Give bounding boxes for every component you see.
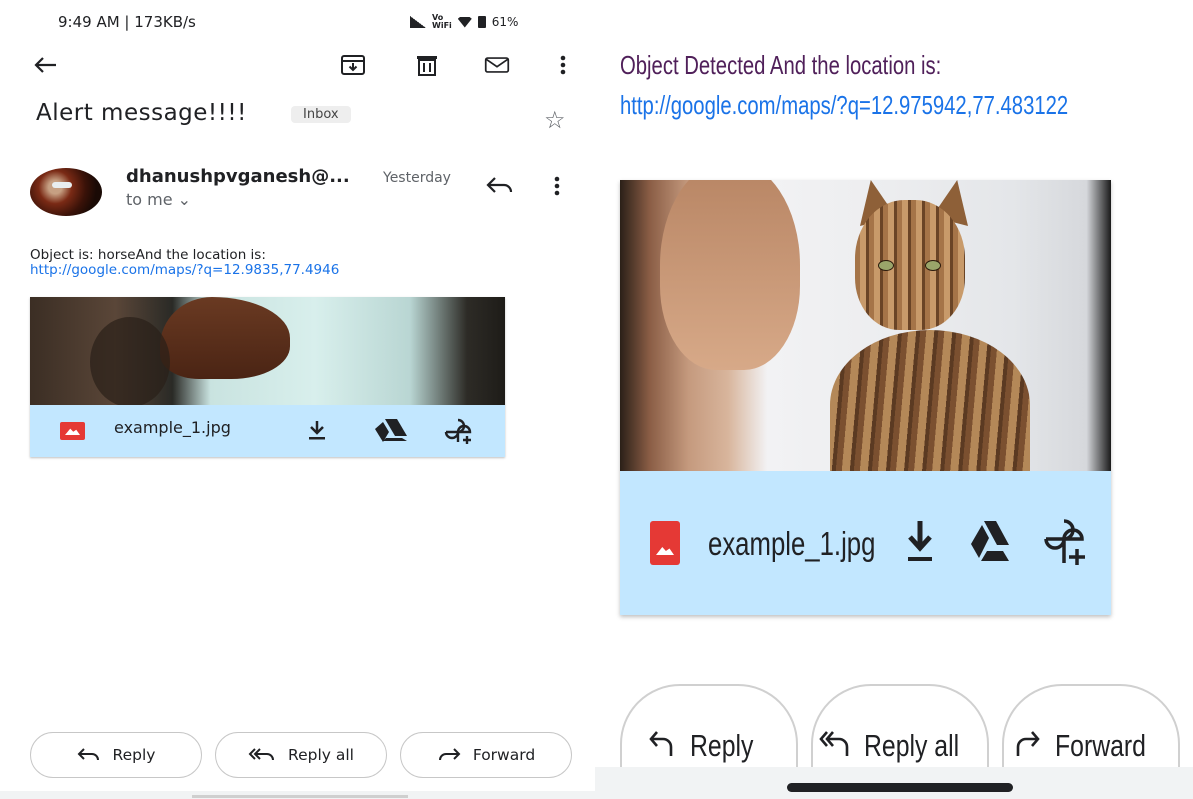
zoomed-attachment-preview-image[interactable] <box>620 180 1111 471</box>
email-body-text: Object is: horseAnd the location is: <box>30 247 266 263</box>
sender-name[interactable]: dhanushpvganesh@... <box>126 166 350 187</box>
chevron-down-icon: ⌄ <box>177 190 192 209</box>
reply-all-icon <box>818 731 848 756</box>
image-file-icon <box>650 521 680 565</box>
photos-add-icon[interactable] <box>443 417 473 445</box>
back-arrow-icon[interactable] <box>32 52 58 78</box>
status-time: 9:49 AM | 173KB/s <box>58 13 196 31</box>
screenshot-composite: 9:49 AM | 173KB/s Vo WiFi 61% Alert mess… <box>0 0 1193 799</box>
reply-icon[interactable] <box>485 174 515 202</box>
star-icon[interactable]: ☆ <box>544 106 566 134</box>
zoomed-email-panel: Object Detected And the location is: htt… <box>595 0 1193 799</box>
forward-icon <box>438 748 461 761</box>
status-icons: Vo WiFi 61% <box>410 14 518 30</box>
cat-body-shape <box>830 330 1030 471</box>
finger-shape <box>660 180 800 370</box>
mark-unread-icon[interactable] <box>484 52 510 78</box>
battery-percent: 61% <box>491 15 519 29</box>
forward-icon <box>1016 731 1040 756</box>
wifi-icon <box>457 16 472 28</box>
zoomed-attachment-filename: example_1.jpg <box>708 525 876 562</box>
delete-icon[interactable] <box>414 52 440 78</box>
cat-eye-shape <box>878 260 894 271</box>
zoomed-body-link[interactable]: http://google.com/maps/?q=12.975942,77.4… <box>620 90 1068 121</box>
drive-icon[interactable] <box>970 517 1016 565</box>
system-nav-bar <box>595 767 1193 799</box>
sender-row: dhanushpvganesh@... Yesterday to me ⌄ <box>30 164 575 220</box>
signal-icon <box>410 16 426 28</box>
volte-icon: Vo WiFi <box>432 13 452 30</box>
subject-row: Alert message!!!! Inbox ☆ <box>36 98 576 138</box>
attachment-filename: example_1.jpg <box>114 418 231 437</box>
drive-icon[interactable] <box>374 417 407 445</box>
email-date: Yesterday <box>383 170 451 186</box>
forward-button[interactable]: Forward <box>400 732 572 778</box>
email-body-link[interactable]: http://google.com/maps/?q=12.9835,77.494… <box>30 262 339 278</box>
zoomed-body-text: Object Detected And the location is: <box>620 50 942 80</box>
system-nav-bar <box>0 791 595 799</box>
status-bar: 9:49 AM | 173KB/s Vo WiFi 61% <box>58 13 558 35</box>
attachment-card[interactable]: example_1.jpg <box>30 297 505 457</box>
attachment-preview-image[interactable] <box>30 297 505 405</box>
reply-all-button[interactable]: Reply all <box>215 732 387 778</box>
download-icon[interactable] <box>304 417 334 445</box>
reply-all-icon <box>248 748 275 761</box>
zoomed-reply-actions-bar: Reply Reply all Forward <box>620 684 1180 799</box>
reply-button[interactable]: Reply <box>30 732 202 778</box>
archive-icon[interactable] <box>340 52 366 78</box>
battery-icon <box>477 16 486 28</box>
reply-icon <box>77 748 99 761</box>
attachment-bar: example_1.jpg <box>30 405 505 457</box>
image-file-icon <box>60 422 85 440</box>
reply-icon <box>649 731 673 756</box>
reply-actions-bar: Reply Reply all Forward <box>30 732 575 780</box>
inbox-label-chip[interactable]: Inbox <box>291 106 351 123</box>
cat-eye-shape <box>925 260 941 271</box>
zoomed-attachment-bar: example_1.jpg <box>620 471 1111 615</box>
recipient-toggle[interactable]: to me ⌄ <box>126 190 191 209</box>
zoomed-attachment-card[interactable]: example_1.jpg <box>620 180 1111 615</box>
email-toolbar <box>30 48 575 80</box>
email-subject: Alert message!!!! <box>36 100 247 126</box>
more-vert-icon[interactable] <box>554 176 572 204</box>
cat-head-shape <box>855 200 965 330</box>
sender-avatar[interactable] <box>30 168 102 216</box>
download-icon[interactable] <box>900 517 946 565</box>
email-view-panel: 9:49 AM | 173KB/s Vo WiFi 61% Alert mess… <box>0 0 595 799</box>
photos-add-icon[interactable] <box>1044 517 1090 565</box>
more-vert-icon[interactable] <box>550 52 576 78</box>
